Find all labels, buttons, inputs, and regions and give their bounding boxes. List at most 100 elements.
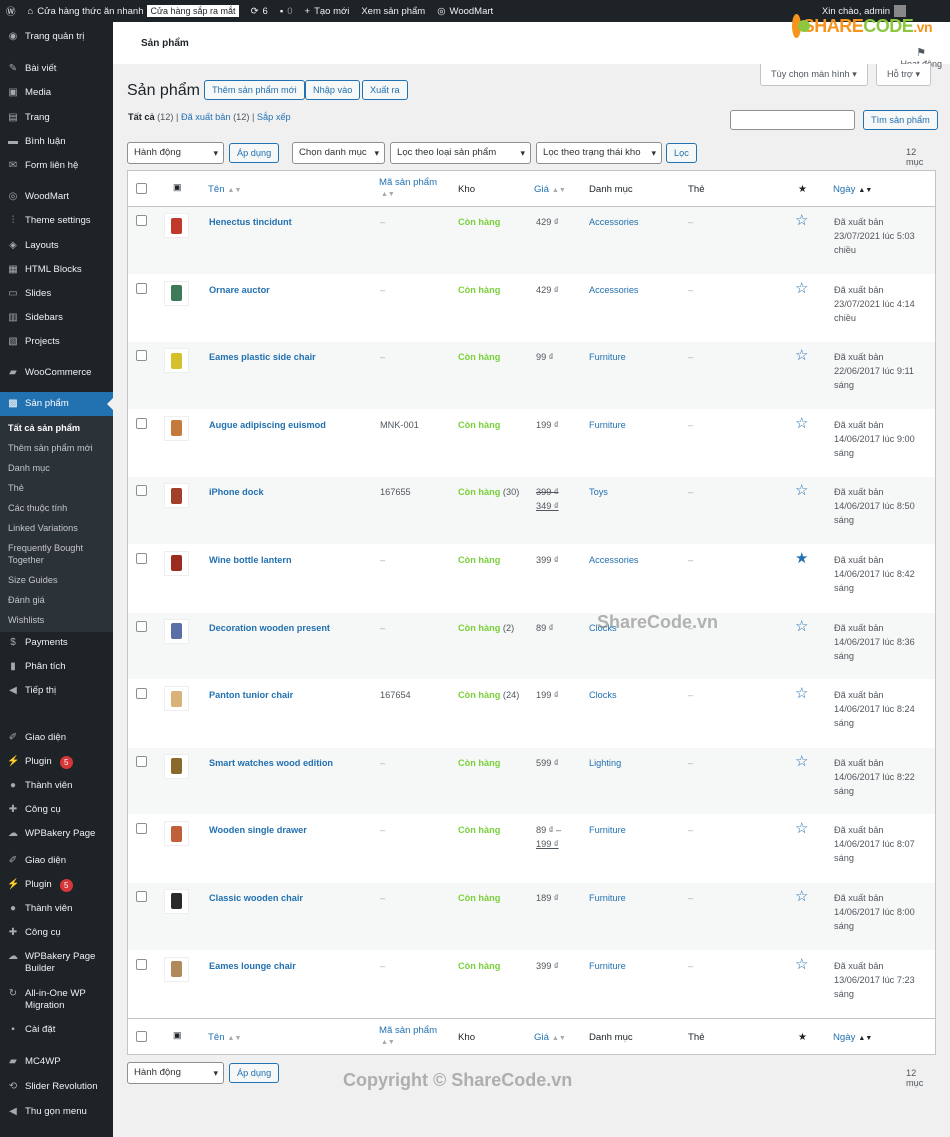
select-all-checkbox[interactable] [136, 1031, 147, 1043]
sidebar-item-wpbakery-page[interactable]: ☁ WPBakery Page [0, 828, 113, 840]
sidebar-item-all-in-one-wp-migration[interactable]: ↻ All-in-One WP Migration [0, 988, 113, 1012]
view-all-link[interactable]: Tất cả [128, 112, 155, 122]
add-new-product-button[interactable]: Thêm sản phẩm mới [204, 80, 305, 100]
category-link[interactable]: Furniture [589, 959, 626, 973]
submenu-item[interactable]: Thẻ [0, 482, 110, 494]
sidebar-item-ti-p-th-[interactable]: ◀ Tiếp thị [0, 685, 113, 697]
sidebar-item-trang-qu-n-tr-[interactable]: ◉ Trang quản trị [0, 31, 113, 43]
product-thumbnail[interactable] [164, 415, 189, 441]
category-link[interactable]: Furniture [589, 891, 626, 905]
product-name-link[interactable]: Decoration wooden present [209, 621, 330, 635]
stock-status-filter-select[interactable]: Lọc theo trạng thái kho [536, 142, 662, 164]
product-thumbnail[interactable] [164, 753, 189, 779]
product-thumbnail[interactable] [164, 956, 189, 982]
column-header-sku[interactable]: Mã sản phẩm ▲▼ [379, 177, 437, 200]
category-link[interactable]: Accessories [589, 553, 639, 567]
sidebar-item-woodmart[interactable]: ◎ WoodMart [0, 191, 113, 203]
product-thumbnail[interactable] [164, 888, 189, 914]
apply-button-bottom[interactable]: Áp dụng [229, 1063, 280, 1083]
screen-options-button[interactable]: Tùy chọn màn hình ▾ [760, 64, 868, 86]
product-thumbnail[interactable] [164, 213, 189, 238]
product-name-link[interactable]: Henectus tincidunt [209, 215, 292, 229]
sidebar-item-c-ng-c-[interactable]: ✚ Công cụ [0, 927, 113, 939]
sidebar-item-theme-settings[interactable]: ⫶ Theme settings [0, 215, 113, 227]
column-header-date[interactable]: Ngày ▲▼ [833, 184, 872, 195]
row-checkbox[interactable] [136, 620, 147, 632]
sidebar-item-thu-g-n-menu[interactable]: ◀ Thu gọn menu [0, 1106, 113, 1118]
submenu-item[interactable]: Frequently Bought Together [0, 542, 110, 566]
product-thumbnail[interactable] [164, 550, 189, 576]
view-products-link[interactable]: Xem sản phẩm [355, 0, 431, 22]
new-content-link[interactable]: + Tạo mới [299, 0, 356, 22]
row-checkbox[interactable] [136, 755, 147, 767]
column-header-price[interactable]: Giá ▲▼ [534, 184, 566, 195]
bulk-action-select[interactable]: Hành động [127, 142, 224, 164]
product-thumbnail[interactable] [164, 348, 189, 374]
sidebar-item-th-nh-vi-n[interactable]: ● Thành viên [0, 780, 113, 792]
view-sort-link[interactable]: Sắp xếp [257, 112, 291, 122]
sidebar-item-th-nh-vi-n[interactable]: ● Thành viên [0, 903, 113, 915]
product-thumbnail[interactable] [164, 618, 189, 644]
product-thumbnail[interactable] [164, 686, 189, 712]
featured-star-icon[interactable]: ☆ [795, 684, 808, 702]
featured-star-icon[interactable]: ☆ [795, 819, 808, 837]
sidebar-item-mc4wp[interactable]: ▰ MC4WP [0, 1056, 113, 1068]
product-thumbnail[interactable] [164, 280, 189, 306]
product-name-link[interactable]: Ornare auctor [209, 283, 270, 297]
row-checkbox[interactable] [136, 350, 147, 362]
category-link[interactable]: Accessories [589, 215, 639, 229]
submenu-item[interactable]: Đánh giá [0, 594, 110, 606]
category-link[interactable]: Furniture [589, 350, 626, 364]
help-button[interactable]: Hỗ trợ ▾ [876, 64, 932, 86]
category-link[interactable]: Toys [589, 485, 608, 499]
export-button[interactable]: Xuất ra [362, 80, 408, 100]
row-checkbox[interactable] [136, 552, 147, 564]
row-checkbox[interactable] [136, 215, 147, 226]
sidebar-item-layouts[interactable]: ◈ Layouts [0, 240, 113, 252]
updates-link[interactable]: ⟳ 6 [245, 0, 274, 22]
featured-star-icon[interactable]: ☆ [795, 617, 808, 635]
sidebar-item-plugin[interactable]: ⚡ Plugin 5 [0, 756, 113, 769]
product-name-link[interactable]: Eames lounge chair [209, 959, 296, 973]
product-name-link[interactable]: Augue adipiscing euismod [209, 418, 326, 432]
sidebar-item-plugin[interactable]: ⚡ Plugin 5 [0, 879, 113, 892]
column-header-price[interactable]: Giá ▲▼ [534, 1032, 566, 1043]
import-button[interactable]: Nhập vào [305, 80, 361, 100]
submenu-item[interactable]: Thêm sản phẩm mới [0, 442, 110, 454]
column-header-name[interactable]: Tên ▲▼ [208, 184, 241, 195]
featured-star-icon[interactable]: ☆ [795, 887, 808, 905]
submenu-item[interactable]: Size Guides [0, 574, 110, 586]
featured-star-icon[interactable]: ☆ [795, 346, 808, 364]
product-name-link[interactable]: Wooden single drawer [209, 823, 307, 837]
submenu-item[interactable]: Linked Variations [0, 522, 110, 534]
product-name-link[interactable]: Eames plastic side chair [209, 350, 316, 364]
featured-star-icon[interactable]: ☆ [795, 481, 808, 499]
sidebar-item-media[interactable]: ▣ Media [0, 87, 113, 99]
featured-star-icon[interactable]: ☆ [795, 279, 808, 297]
search-products-button[interactable]: Tìm sản phẩm [863, 110, 938, 130]
site-name-link[interactable]: ⌂ Cửa hàng thức ăn nhanh Cửa hàng sắp ra m… [22, 0, 245, 22]
category-link[interactable]: Accessories [589, 283, 639, 297]
category-link[interactable]: Clocks [589, 688, 617, 702]
sidebar-item-giao-di-n[interactable]: ✐ Giao diện [0, 855, 113, 867]
featured-star-icon[interactable]: ☆ [795, 414, 808, 432]
sidebar-item-payments[interactable]: $ Payments [0, 637, 113, 649]
filter-button[interactable]: Lọc [666, 143, 697, 163]
sidebar-item-c-i-t[interactable]: ▪ Cài đặt [0, 1024, 113, 1036]
sidebar-item-woocommerce[interactable]: ▰ WooCommerce [0, 367, 113, 379]
product-thumbnail[interactable] [164, 821, 189, 847]
category-link[interactable]: Furniture [589, 418, 626, 432]
apply-button[interactable]: Áp dụng [229, 143, 280, 163]
category-link[interactable]: Furniture [589, 823, 626, 837]
featured-star-icon[interactable]: ☆ [795, 752, 808, 770]
column-header-name[interactable]: Tên ▲▼ [208, 1032, 241, 1043]
row-checkbox[interactable] [136, 890, 147, 902]
sidebar-item-projects[interactable]: ▧ Projects [0, 336, 113, 348]
sidebar-item-giao-di-n[interactable]: ✐ Giao diện [0, 732, 113, 744]
sidebar-item-form-li-n-h-[interactable]: ✉ Form liên hệ [0, 160, 113, 172]
column-header-sku[interactable]: Mã sản phẩm ▲▼ [379, 1025, 437, 1048]
product-name-link[interactable]: Panton tunior chair [209, 688, 293, 702]
featured-star-icon[interactable]: ☆ [795, 955, 808, 973]
sidebar-item-trang[interactable]: ▤ Trang [0, 112, 113, 124]
product-type-filter-select[interactable]: Lọc theo loại sản phẩm [390, 142, 531, 164]
